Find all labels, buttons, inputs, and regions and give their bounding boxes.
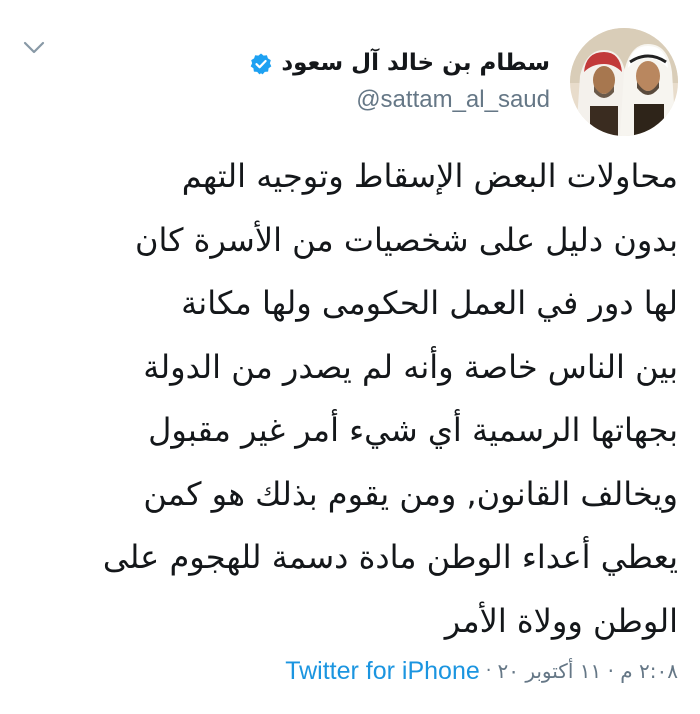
verified-badge-icon: [251, 53, 272, 75]
tweet-line: ويخالف القانون, ومن يقوم بذلك هو كمن: [143, 474, 678, 513]
tweet-line: يعطي أعداء الوطن مادة دسمة للهجوم على: [102, 538, 678, 576]
display-name-row: سطام بن خالد آل سعود: [249, 50, 550, 78]
author-handle[interactable]: @sattam_al_saud: [249, 86, 550, 114]
chevron-down-icon[interactable]: [22, 40, 46, 56]
tweet-card: سطام بن خالد آل سعود @sattam_al_saud محا…: [0, 0, 700, 714]
tweet-line: بدون دليل على شخصيات من الأسرة كان: [134, 220, 678, 259]
tweet-footer: ٢:٠٨ م · ١١ أكتوبر ٢٠ · Twitter for iPho…: [285, 651, 678, 691]
tweet-line: الوطن وولاة الأمر: [444, 601, 678, 640]
tweet-source-link[interactable]: Twitter for iPhone: [285, 651, 480, 691]
tweet-line: لها دور في العمل الحكومى ولها مكانة: [181, 284, 678, 322]
tweet-header: سطام بن خالد آل سعود @sattam_al_saud: [249, 28, 678, 136]
tweet-timestamp[interactable]: ٢:٠٨ م · ١١ أكتوبر ٢٠: [497, 651, 678, 691]
tweet-line: بين الناس خاصة وأنه لم يصدر من الدولة: [143, 347, 678, 386]
footer-separator: ·: [485, 660, 492, 681]
author-display-name[interactable]: سطام بن خالد آل سعود: [281, 50, 550, 78]
tweet-line: بجهاتها الرسمية أي شيء أمر غير مقبول: [148, 411, 678, 449]
tweet-text: محاولات البعض الإسقاط وتوجيه التهم بدون …: [18, 145, 678, 653]
tweet-line: محاولات البعض الإسقاط وتوجيه التهم: [181, 157, 678, 195]
avatar[interactable]: [570, 28, 678, 136]
author-names: سطام بن خالد آل سعود @sattam_al_saud: [249, 50, 550, 114]
